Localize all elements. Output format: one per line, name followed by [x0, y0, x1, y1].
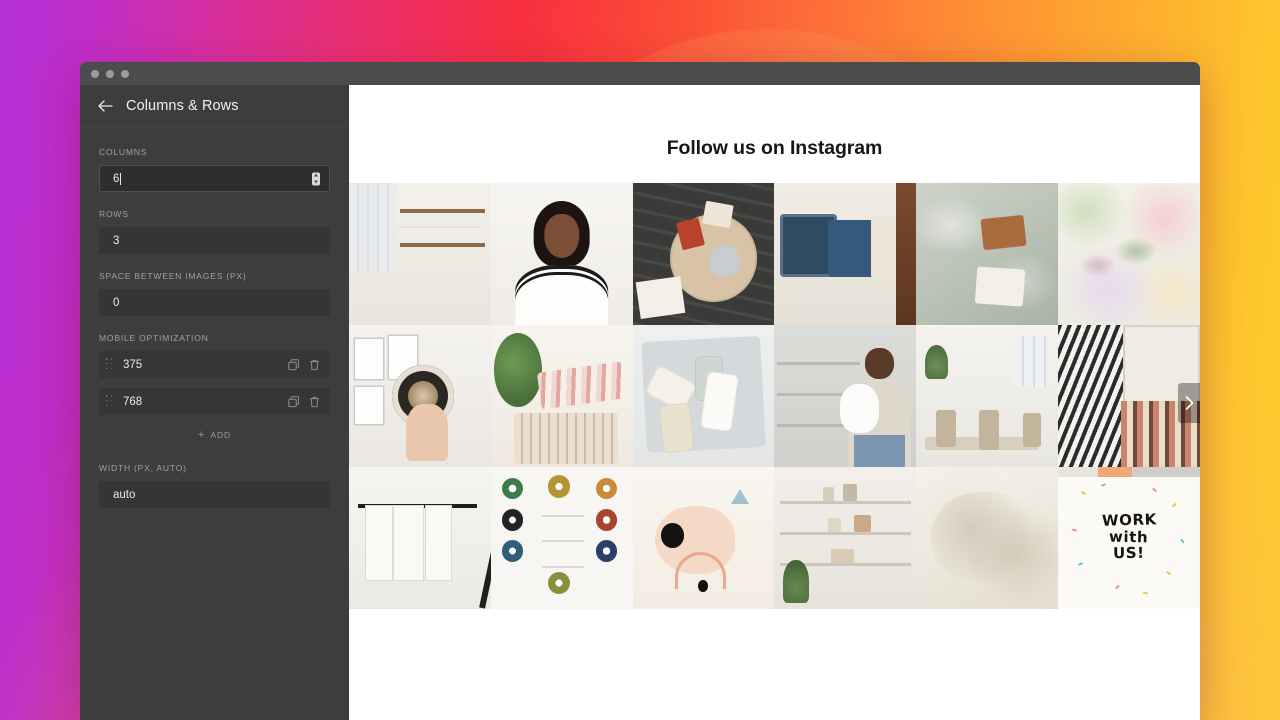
breakpoint-row[interactable]: 768 — [99, 388, 330, 415]
tile-image — [774, 324, 917, 467]
field-mobile-optimization: MOBILE OPTIMIZATION 375 768 + ADD — [99, 333, 330, 445]
duplicate-icon[interactable] — [287, 395, 301, 409]
field-columns: COLUMNS 6 — [99, 147, 330, 192]
width-input-value: auto — [113, 488, 136, 501]
tile-image — [490, 324, 633, 467]
work-with-us-text: WORK with US! — [1058, 467, 1200, 609]
trash-icon[interactable] — [307, 395, 321, 409]
sidebar-header: Columns & Rows — [80, 85, 349, 127]
minimize-icon[interactable] — [106, 69, 114, 78]
text-caret — [120, 172, 122, 185]
breakpoint-row[interactable]: 375 — [99, 351, 330, 378]
preview-canvas: Follow us on Instagram WORK with US! — [349, 85, 1200, 720]
field-space-between-label: SPACE BETWEEN IMAGES (PX) — [99, 271, 247, 281]
breakpoint-value: 768 — [123, 395, 143, 408]
columns-input[interactable]: 6 — [99, 165, 330, 192]
tile-image — [349, 324, 491, 467]
grid-tile-bottles-cloth[interactable] — [632, 324, 775, 467]
window-titlebar — [80, 62, 1200, 85]
space-between-input[interactable]: 0 — [99, 289, 330, 316]
field-rows: ROWS 3 — [99, 209, 330, 254]
grid-tile-shelf-room[interactable] — [349, 183, 491, 325]
breakpoint-value: 375 — [123, 358, 143, 371]
page-title: Follow us on Instagram — [666, 137, 883, 159]
maximize-icon[interactable] — [121, 69, 129, 78]
tile-image — [916, 466, 1059, 609]
space-between-input-value: 0 — [113, 296, 120, 309]
field-width: WIDTH (PX, AUTO) auto — [99, 463, 330, 508]
grid-tile-work-with-us[interactable]: WORK with US! — [1058, 466, 1200, 609]
duplicate-icon[interactable] — [287, 358, 301, 372]
app-window: Columns & Rows COLUMNS 6 ROWS 3 SPACE BE… — [80, 62, 1200, 720]
plus-icon: + — [197, 428, 205, 441]
columns-input-value: 6 — [113, 172, 120, 185]
tile-image: WORK with US! — [1058, 466, 1200, 609]
tile-image — [916, 324, 1059, 467]
drag-handle-icon[interactable] — [106, 395, 114, 408]
preview-content: Follow us on Instagram WORK with US! — [349, 85, 1200, 609]
grid-tile-textile-tubes[interactable] — [490, 324, 633, 467]
tile-image — [632, 183, 775, 325]
grid-tile-framed-prints[interactable] — [349, 324, 491, 467]
tile-image — [774, 466, 917, 609]
tile-image — [1058, 183, 1200, 325]
field-space-between: SPACE BETWEEN IMAGES (PX) 0 — [99, 271, 330, 316]
grid-tile-soft-abstract[interactable] — [916, 466, 1059, 609]
add-breakpoint-button[interactable]: + ADD — [99, 425, 330, 445]
grid-tile-abstract-painting[interactable] — [1058, 183, 1200, 325]
grid-tile-hanging-prints[interactable] — [349, 466, 491, 609]
arrow-left-icon[interactable] — [98, 99, 113, 112]
width-input[interactable]: auto — [99, 481, 330, 508]
grid-tile-studio-table[interactable] — [916, 324, 1059, 467]
trash-icon[interactable] — [307, 358, 321, 372]
grid-tile-pillows-shelf[interactable] — [774, 183, 917, 325]
grid-tile-dark-flatlay[interactable] — [632, 183, 775, 325]
close-icon[interactable] — [91, 69, 99, 78]
chevron-right-icon[interactable] — [1178, 382, 1200, 423]
grid-tile-portrait-woman[interactable] — [490, 183, 633, 325]
field-columns-label: COLUMNS — [99, 147, 148, 157]
tile-image — [349, 466, 491, 609]
tile-image — [632, 324, 775, 467]
grid-tile-shopkeeper-dog[interactable] — [774, 324, 917, 467]
tile-image — [632, 466, 775, 609]
window-body: Columns & Rows COLUMNS 6 ROWS 3 SPACE BE… — [80, 85, 1200, 720]
mobile-optimization-label: MOBILE OPTIMIZATION — [99, 333, 209, 343]
settings-sidebar: Columns & Rows COLUMNS 6 ROWS 3 SPACE BE… — [80, 85, 349, 720]
number-spinner-icon[interactable] — [312, 172, 320, 185]
grid-tile-shop-shelves[interactable] — [774, 466, 917, 609]
add-breakpoint-label: ADD — [210, 430, 232, 440]
drag-handle-icon[interactable] — [106, 358, 114, 371]
tile-image — [774, 183, 917, 325]
tile-image — [490, 466, 633, 609]
rows-input-value: 3 — [113, 234, 120, 247]
grid-tile-wall-plates[interactable] — [490, 466, 633, 609]
instagram-grid: WORK with US! — [349, 183, 1200, 609]
tile-image — [490, 183, 633, 325]
panel-title: Columns & Rows — [126, 97, 239, 114]
work-line-3: US! — [1113, 544, 1146, 563]
tile-image — [349, 183, 491, 325]
field-rows-label: ROWS — [99, 209, 129, 219]
grid-tile-abstract-shapes[interactable] — [632, 466, 775, 609]
field-width-label: WIDTH (PX, AUTO) — [99, 463, 187, 473]
rows-input[interactable]: 3 — [99, 227, 330, 254]
sidebar-content: COLUMNS 6 ROWS 3 SPACE BETWEEN IMAGES (P… — [80, 127, 349, 720]
tile-image — [916, 183, 1059, 325]
grid-tile-stone-wallet[interactable] — [916, 183, 1059, 325]
